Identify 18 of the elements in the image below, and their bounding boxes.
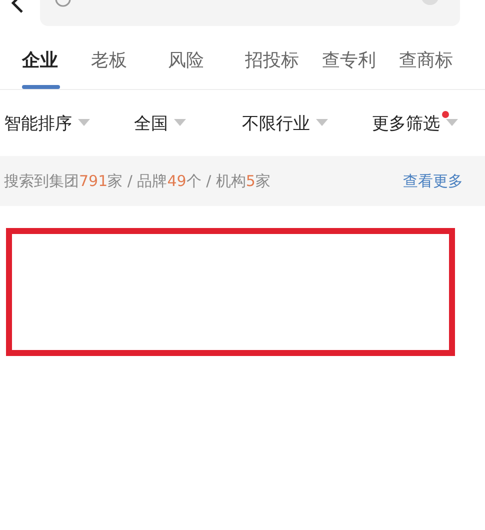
search-summary: 搜索到集团791家 / 品牌49个 / 机构5家 <box>4 172 270 190</box>
caret-icon <box>446 119 458 127</box>
tab[interactable]: 企业 <box>14 26 91 89</box>
tab[interactable]: 老板 <box>91 26 168 89</box>
caret-icon <box>174 119 186 127</box>
tab[interactable]: 招投标 <box>245 26 322 89</box>
filter-dropdown[interactable]: 不限行业 <box>242 112 328 134</box>
caret-icon <box>78 119 90 127</box>
filter-dropdown[interactable]: 更多筛选 <box>372 112 458 134</box>
caret-icon <box>316 119 328 127</box>
tab[interactable]: 查商标 <box>399 26 476 89</box>
search-field[interactable] <box>40 0 460 26</box>
tab[interactable]: 查专利 <box>322 26 399 89</box>
view-more-link[interactable]: 查看更多 <box>403 172 463 190</box>
tab[interactable]: 风险 <box>168 26 245 89</box>
filter-dropdown[interactable]: 全国 <box>134 112 186 134</box>
filter-dropdown[interactable]: 智能排序 <box>4 112 90 134</box>
back-icon[interactable] <box>10 0 24 14</box>
